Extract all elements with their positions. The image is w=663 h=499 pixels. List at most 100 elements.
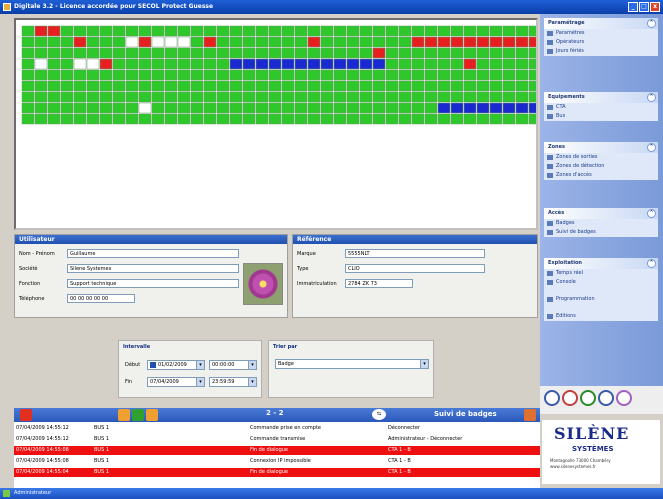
seat-cell[interactable] [216, 69, 230, 81]
debut-time-picker[interactable]: 00:00:00 ▾ [209, 360, 257, 370]
seat-cell[interactable] [138, 25, 152, 37]
seat-cell[interactable] [502, 25, 516, 37]
seat-cell[interactable] [112, 47, 126, 59]
seat-cell[interactable] [73, 91, 87, 103]
societe-input[interactable]: Silene Systemes [67, 264, 239, 273]
seat-cell[interactable] [320, 91, 334, 103]
seat-cell[interactable] [372, 102, 386, 114]
seat-cell[interactable] [385, 80, 399, 92]
seat-cell[interactable] [359, 113, 373, 125]
seat-cell[interactable] [489, 102, 503, 114]
seat-cell[interactable] [34, 58, 48, 70]
sidebar-item-editions[interactable]: Editions [544, 312, 658, 321]
seat-cell[interactable] [463, 91, 477, 103]
seat-cell[interactable] [476, 80, 490, 92]
seat-cell[interactable] [476, 102, 490, 114]
chevron-down-icon[interactable]: ▾ [196, 378, 204, 386]
seat-cell[interactable] [450, 47, 464, 59]
seat-cell[interactable] [99, 58, 113, 70]
seat-cell[interactable] [203, 47, 217, 59]
seat-cell[interactable] [502, 36, 516, 48]
seat-cell[interactable] [502, 102, 516, 114]
seat-cell[interactable] [255, 80, 269, 92]
seat-cell[interactable] [450, 25, 464, 37]
seat-cell[interactable] [242, 69, 256, 81]
seat-cell[interactable] [177, 91, 191, 103]
seat-cell[interactable] [112, 69, 126, 81]
seat-cell[interactable] [424, 113, 438, 125]
seat-cell[interactable] [450, 102, 464, 114]
seat-cell[interactable] [463, 36, 477, 48]
seat-cell[interactable] [138, 80, 152, 92]
seat-cell[interactable] [307, 113, 321, 125]
seat-cell[interactable] [463, 113, 477, 125]
sidebar-group-header[interactable]: Exploitation ^ [544, 258, 658, 269]
seat-cell[interactable] [242, 102, 256, 114]
seat-cell[interactable] [216, 47, 230, 59]
seat-cell[interactable] [424, 58, 438, 70]
seat-cell[interactable] [216, 102, 230, 114]
seat-cell[interactable] [528, 25, 536, 37]
seat-cell[interactable] [47, 113, 61, 125]
seat-cell[interactable] [190, 113, 204, 125]
seat-cell[interactable] [86, 58, 100, 70]
seat-cell[interactable] [489, 91, 503, 103]
seat-cell[interactable] [307, 102, 321, 114]
log-row-alarm[interactable]: 07/04/2009 14:55:08 BUS 1 Fin de dialogu… [14, 446, 540, 455]
seat-cell[interactable] [372, 47, 386, 59]
seat-cell[interactable] [476, 47, 490, 59]
seat-cell[interactable] [411, 25, 425, 37]
seat-cell[interactable] [99, 91, 113, 103]
seat-cell[interactable] [164, 80, 178, 92]
seat-cell[interactable] [307, 91, 321, 103]
seat-cell[interactable] [528, 58, 536, 70]
seat-cell[interactable] [86, 91, 100, 103]
sidebar-item-bus[interactable]: Bus [544, 112, 658, 121]
seat-cell[interactable] [125, 102, 139, 114]
seat-cell[interactable] [164, 58, 178, 70]
seat-cell[interactable] [190, 91, 204, 103]
filter-icon[interactable] [118, 409, 130, 421]
seat-cell[interactable] [60, 36, 74, 48]
seat-cell[interactable] [86, 47, 100, 59]
seat-cell[interactable] [164, 36, 178, 48]
seat-cell[interactable] [359, 91, 373, 103]
seat-cell[interactable] [385, 25, 399, 37]
seat-cell[interactable] [86, 25, 100, 37]
seat-cell[interactable] [268, 58, 282, 70]
seat-cell[interactable] [164, 113, 178, 125]
log-row[interactable]: 07/04/2009 14:55:12 BUS 1 Commande prise… [14, 424, 540, 433]
seat-cell[interactable] [203, 69, 217, 81]
maximize-button[interactable]: □ [639, 2, 649, 12]
seat-cell[interactable] [281, 47, 295, 59]
clock-icon[interactable] [598, 390, 614, 406]
seat-cell[interactable] [528, 113, 536, 125]
warning-icon[interactable] [146, 409, 158, 421]
seat-cell[interactable] [372, 91, 386, 103]
seat-cell[interactable] [216, 113, 230, 125]
log-row-alarm[interactable]: 07/04/2009 14:55:04 BUS 1 Fin de dialogu… [14, 468, 540, 477]
sidebar-item-zones-detection[interactable]: Zones de détection [544, 162, 658, 171]
seat-cell[interactable] [333, 47, 347, 59]
seat-cell[interactable] [320, 47, 334, 59]
seat-cell[interactable] [463, 80, 477, 92]
refresh-icon[interactable] [580, 390, 596, 406]
seat-cell[interactable] [346, 58, 360, 70]
seat-cell[interactable] [294, 36, 308, 48]
sidebar-group-header[interactable]: Accès ^ [544, 208, 658, 219]
seat-cell[interactable] [281, 113, 295, 125]
seat-cell[interactable] [73, 47, 87, 59]
seat-cell[interactable] [21, 58, 35, 70]
seat-cell[interactable] [190, 102, 204, 114]
seat-cell[interactable] [242, 58, 256, 70]
seat-cell[interactable] [359, 25, 373, 37]
seat-cell[interactable] [138, 69, 152, 81]
seat-cell[interactable] [21, 91, 35, 103]
seat-cell[interactable] [21, 69, 35, 81]
seat-cell[interactable] [138, 58, 152, 70]
chevron-down-icon[interactable]: ▾ [420, 360, 428, 368]
seat-cell[interactable] [203, 91, 217, 103]
seat-cell[interactable] [138, 91, 152, 103]
seat-cell[interactable] [255, 58, 269, 70]
seat-cell[interactable] [190, 69, 204, 81]
